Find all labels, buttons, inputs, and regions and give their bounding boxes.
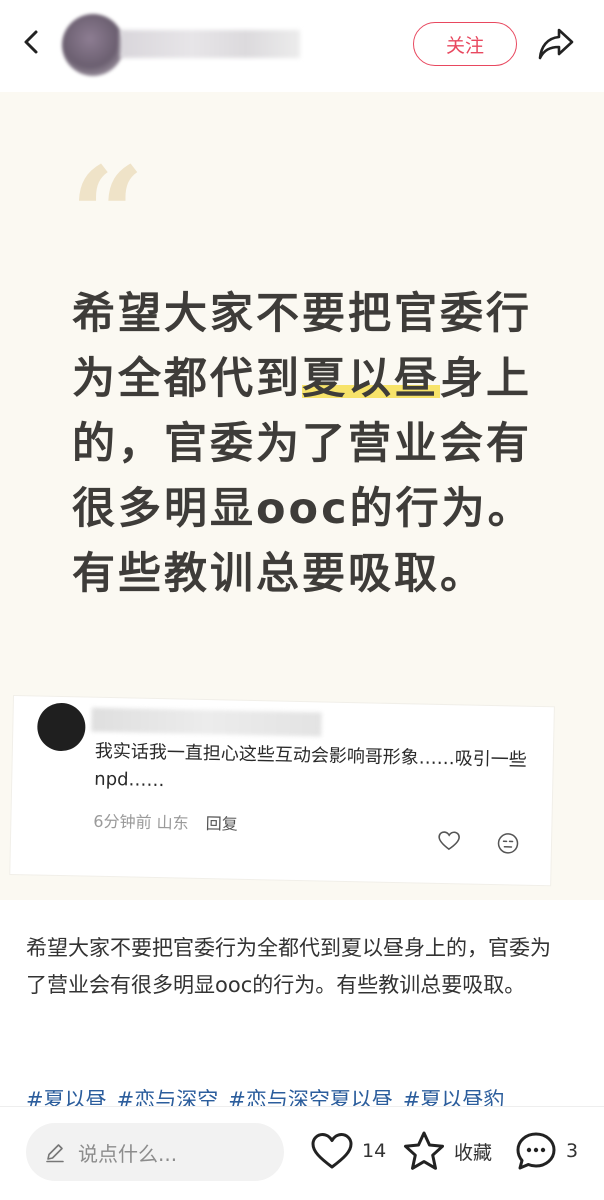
comment-screenshot: 我实话我一直担心这些互动会影响哥形象……吸引一些npd…… 6分钟前 山东 回复 <box>10 696 554 886</box>
comments-button[interactable]: 3 <box>514 1129 578 1173</box>
like-count: 14 <box>362 1140 387 1162</box>
comment-location: 山东 <box>156 813 189 833</box>
comment-input[interactable]: 说点什么... <box>26 1123 284 1181</box>
commenter-name-blurred <box>91 707 322 737</box>
favorite-label: 收藏 <box>454 1141 493 1164</box>
comment-count: 3 <box>566 1140 579 1162</box>
hashtag[interactable]: #恋与深空 <box>117 1088 219 1106</box>
bottom-action-bar: 说点什么... 14 收藏 3 <box>0 1106 604 1200</box>
quote-mark: “ <box>70 150 145 230</box>
hashtag[interactable]: #夏以昼豹 <box>403 1088 505 1106</box>
share-button[interactable] <box>534 24 578 64</box>
quote-text: 希望大家不要把官委行为全都代到夏以昼身上的，官委为了营业会有很多明显ooc的行为… <box>72 282 542 607</box>
heart-icon <box>438 831 460 851</box>
favorite-button[interactable]: 收藏 <box>402 1129 492 1173</box>
quote-text-highlight: 夏以昼 <box>302 354 440 404</box>
like-button[interactable]: 14 <box>310 1129 386 1173</box>
follow-button[interactable]: 关注 <box>413 22 517 66</box>
star-icon <box>404 1131 444 1170</box>
pen-icon <box>46 1144 64 1163</box>
comment-input-placeholder: 说点什么... <box>78 1141 178 1166</box>
heart-icon <box>311 1133 353 1169</box>
note-page: 关注 “ 希望大家不要把官委行为全都代到夏以昼身上的，官委为了营业会有很多明显o… <box>0 0 604 1200</box>
comment-reply: 回复 <box>205 814 238 834</box>
comment-icon <box>516 1132 556 1170</box>
top-bar: 关注 <box>0 0 604 92</box>
hashtag[interactable]: #夏以昼 <box>26 1088 107 1106</box>
back-icon <box>24 30 38 54</box>
author-avatar[interactable] <box>62 14 124 76</box>
hashtag-row: #夏以昼 #恋与深空 #恋与深空夏以昼 #夏以昼豹 <box>26 1080 604 1106</box>
hashtag[interactable]: #恋与深空夏以昼 <box>228 1088 393 1106</box>
author-name-blurred[interactable] <box>120 30 300 58</box>
commenter-avatar <box>36 702 86 752</box>
comment-time: 6分钟前 <box>93 811 152 832</box>
share-icon <box>538 28 574 60</box>
post-body-text: 希望大家不要把官委行为全都代到夏以昼身上的，官委为了营业会有很多明显ooc的行为… <box>26 936 551 997</box>
meh-face-icon <box>497 833 519 854</box>
back-button[interactable] <box>16 22 46 62</box>
comment-meta: 6分钟前 山东 回复 <box>93 808 238 835</box>
comment-text: 我实话我一直担心这些互动会影响哥形象……吸引一些npd…… <box>94 740 527 792</box>
